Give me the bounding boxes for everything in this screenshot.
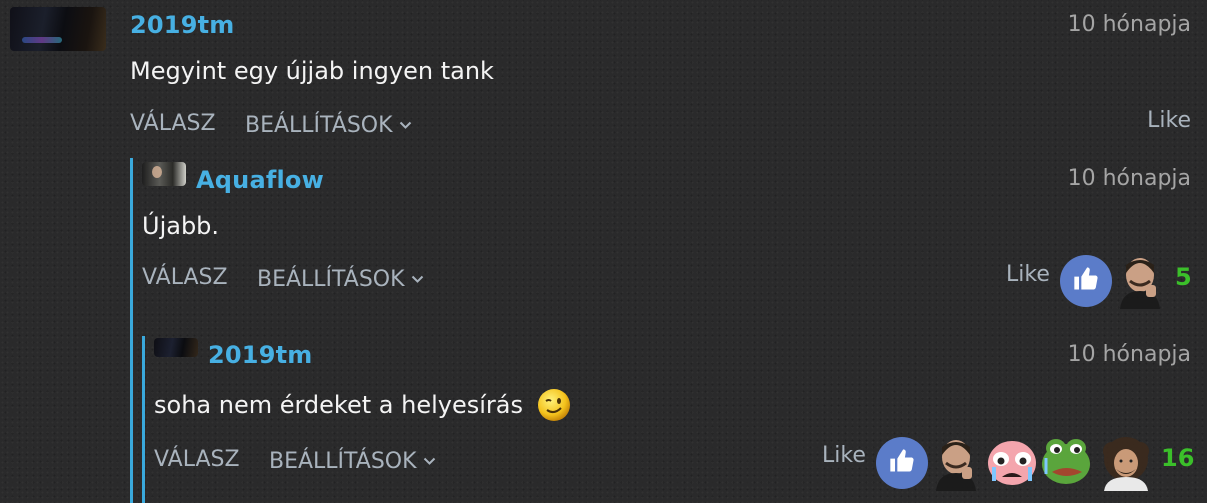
avatar[interactable]: [142, 162, 186, 186]
thumbs-up-icon: [888, 447, 916, 479]
reply-label: VÁLASZ: [142, 265, 228, 290]
reply-button[interactable]: VÁLASZ: [154, 447, 240, 472]
comment-text: Újabb.: [142, 212, 220, 240]
like-button[interactable]: Like: [1147, 108, 1191, 133]
timestamp: 10 hónapja: [1067, 166, 1191, 191]
username[interactable]: Aquaflow: [196, 166, 324, 194]
chevron-down-icon: [411, 265, 424, 290]
chevron-down-icon: [399, 111, 412, 136]
reply-button[interactable]: VÁLASZ: [130, 111, 216, 136]
comment-text-content: soha nem érdeket a helyesírás: [154, 391, 523, 419]
crying-face-reaction-icon[interactable]: [986, 437, 1036, 489]
settings-button[interactable]: BEÁLLÍTÁSOK: [269, 447, 436, 474]
thumbs-up-reaction[interactable]: [1060, 255, 1112, 307]
username[interactable]: 2019tm: [130, 11, 234, 39]
comment-text: soha nem érdeket a helyesírás: [154, 388, 571, 428]
settings-label: BEÁLLÍTÁSOK: [269, 449, 417, 474]
thumbs-up-icon: [1072, 265, 1100, 297]
comment-text: Megyint egy újjab ingyen tank: [130, 57, 494, 85]
painter-reaction-icon[interactable]: [1098, 437, 1149, 491]
like-button[interactable]: Like: [822, 443, 866, 468]
reply-label: VÁLASZ: [130, 111, 216, 136]
username[interactable]: 2019tm: [208, 341, 312, 369]
chevron-down-icon: [423, 447, 436, 472]
reply-label: VÁLASZ: [154, 447, 240, 472]
reaction-count: 16: [1161, 444, 1195, 472]
avatar[interactable]: [10, 7, 106, 51]
settings-label: BEÁLLÍTÁSOK: [257, 267, 405, 292]
like-button[interactable]: Like: [1006, 262, 1050, 287]
frog-reaction-icon[interactable]: [1040, 434, 1090, 486]
laughing-face-reaction-icon[interactable]: [1116, 255, 1164, 309]
settings-button[interactable]: BEÁLLÍTÁSOK: [245, 111, 412, 138]
laughing-face-reaction-icon[interactable]: [932, 437, 980, 491]
timestamp: 10 hónapja: [1067, 342, 1191, 367]
reply-button[interactable]: VÁLASZ: [142, 265, 228, 290]
timestamp: 10 hónapja: [1067, 12, 1191, 37]
wink-emoji-icon: [537, 388, 571, 428]
reaction-count: 5: [1175, 263, 1192, 291]
thumbs-up-reaction[interactable]: [876, 437, 928, 489]
settings-button[interactable]: BEÁLLÍTÁSOK: [257, 265, 424, 292]
settings-label: BEÁLLÍTÁSOK: [245, 113, 393, 138]
thread-line: [142, 336, 145, 503]
thread-line: [130, 158, 133, 503]
avatar[interactable]: [154, 338, 198, 357]
